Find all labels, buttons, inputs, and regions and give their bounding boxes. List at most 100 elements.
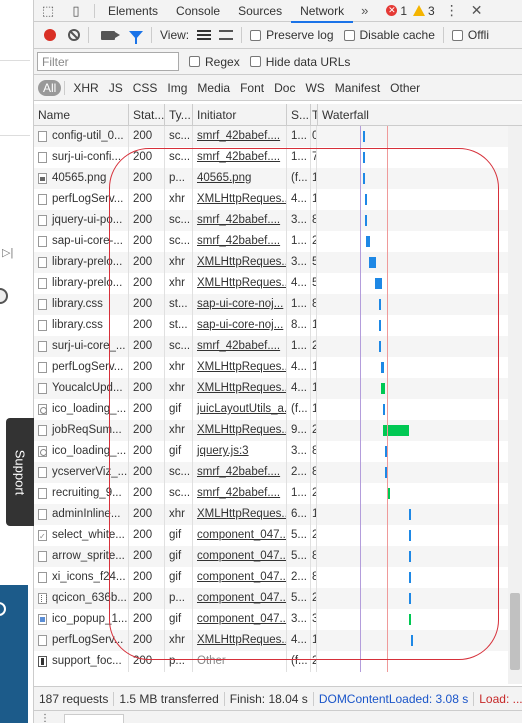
initiator-cell[interactable]: smrf_42babef.... — [193, 336, 287, 357]
request-name-cell[interactable]: perfLogServ... — [34, 357, 129, 378]
column-header-waterfall[interactable]: Waterfall — [318, 104, 498, 126]
type-filter-xhr[interactable]: XHR — [68, 81, 103, 95]
initiator-cell[interactable]: smrf_42babef.... — [193, 231, 287, 252]
table-row[interactable]: sap-ui-core-... 200 sc... smrf_42babef..… — [34, 231, 522, 252]
type-filter-media[interactable]: Media — [192, 81, 235, 95]
initiator-cell[interactable]: component_047... — [193, 609, 287, 630]
table-row[interactable]: 40565.png 200 p... 40565.png (f... 1 — [34, 168, 522, 189]
request-name-cell[interactable]: ycserverViz_... — [34, 462, 129, 483]
request-name-cell[interactable]: YoucalcUpd... — [34, 378, 129, 399]
type-filter-other[interactable]: Other — [385, 81, 425, 95]
initiator-cell[interactable]: XMLHttpReques... — [193, 420, 287, 441]
type-filter-css[interactable]: CSS — [128, 81, 163, 95]
issues-counter[interactable]: ✕ 1 3 — [386, 4, 435, 18]
initiator-cell[interactable]: XMLHttpReques... — [193, 357, 287, 378]
collapse-handle-icon[interactable]: ▷| — [2, 246, 13, 259]
filter-icon[interactable] — [129, 31, 143, 44]
table-row[interactable]: library.css 200 st... sap-ui-core-noj...… — [34, 294, 522, 315]
request-name-cell[interactable]: library.css — [34, 315, 129, 336]
filter-input[interactable] — [37, 52, 179, 71]
overview-icon[interactable] — [219, 30, 234, 40]
initiator-cell[interactable]: XMLHttpReques... — [193, 630, 287, 651]
record-button[interactable] — [44, 29, 56, 41]
request-name-cell[interactable]: arrow_sprite... — [34, 546, 129, 567]
tab-elements[interactable]: Elements — [99, 0, 167, 22]
column-header-status[interactable]: Stat... — [129, 104, 165, 126]
initiator-cell[interactable]: sap-ui-core-noj... — [193, 294, 287, 315]
type-filter-manifest[interactable]: Manifest — [330, 81, 385, 95]
close-icon[interactable]: ✕ — [471, 2, 483, 19]
request-name-cell[interactable]: config-util_0... — [34, 126, 129, 147]
checkbox-box[interactable] — [249, 56, 261, 67]
initiator-cell[interactable]: XMLHttpReques... — [193, 189, 287, 210]
table-row[interactable]: perfLogServ... 200 xhr XMLHttpReques... … — [34, 189, 522, 210]
request-name-cell[interactable]: jquery-ui-po... — [34, 210, 129, 231]
table-row[interactable]: ico_popup_1... 200 gif component_047... … — [34, 609, 522, 630]
request-name-cell[interactable]: perfLogServ... — [34, 630, 129, 651]
column-header-name[interactable]: Name — [34, 104, 129, 126]
initiator-cell[interactable]: smrf_42babef.... — [193, 483, 287, 504]
request-name-cell[interactable]: jobReqSum... — [34, 420, 129, 441]
table-row[interactable]: select_white... 200 gif component_047...… — [34, 525, 522, 546]
checkbox-box[interactable] — [451, 29, 463, 41]
table-row[interactable]: adminInline... 200 xhr XMLHttpReques... … — [34, 504, 522, 525]
initiator-cell[interactable]: smrf_42babef.... — [193, 147, 287, 168]
table-row[interactable]: qcicon_636b... 200 p... component_047...… — [34, 588, 522, 609]
regex-checkbox[interactable]: Regex — [189, 55, 240, 69]
more-tabs-button[interactable]: » — [353, 3, 376, 18]
column-header-type[interactable]: Ty... — [165, 104, 193, 126]
initiator-cell[interactable]: component_047... — [193, 546, 287, 567]
request-name-cell[interactable]: xi_icons_f24... — [34, 567, 129, 588]
initiator-cell[interactable]: XMLHttpReques... — [193, 504, 287, 525]
initiator-cell[interactable]: 40565.png — [193, 168, 287, 189]
request-name-cell[interactable]: surj-ui-confi... — [34, 147, 129, 168]
type-filter-ws[interactable]: WS — [300, 81, 329, 95]
large-rows-icon[interactable] — [197, 30, 212, 40]
table-row[interactable]: ycserverViz_... 200 sc... smrf_42babef..… — [34, 462, 522, 483]
request-name-cell[interactable]: sap-ui-core-... — [34, 231, 129, 252]
help-circle-icon[interactable] — [0, 288, 8, 304]
initiator-cell[interactable]: smrf_42babef.... — [193, 462, 287, 483]
capture-screenshots-icon[interactable] — [101, 30, 120, 40]
preserve-log-checkbox[interactable]: Preserve log — [250, 28, 334, 42]
table-row[interactable]: YoucalcUpd... 200 xhr XMLHttpReques... 4… — [34, 378, 522, 399]
request-name-cell[interactable]: 40565.png — [34, 168, 129, 189]
initiator-cell[interactable]: XMLHttpReques... — [193, 273, 287, 294]
checkbox-box[interactable] — [343, 29, 355, 41]
table-row[interactable]: jquery-ui-po... 200 sc... smrf_42babef..… — [34, 210, 522, 231]
initiator-cell[interactable]: smrf_42babef.... — [193, 210, 287, 231]
table-row[interactable]: perfLogServ... 200 xhr XMLHttpReques... … — [34, 357, 522, 378]
table-row[interactable]: xi_icons_f24... 200 gif component_047...… — [34, 567, 522, 588]
request-name-cell[interactable]: library.css — [34, 294, 129, 315]
initiator-cell[interactable]: juicLayoutUtils_a... — [193, 399, 287, 420]
request-name-cell[interactable]: library-prelo... — [34, 252, 129, 273]
drawer-menu-icon[interactable]: ⋮ — [40, 713, 50, 723]
request-name-cell[interactable]: adminInline... — [34, 504, 129, 525]
request-name-cell[interactable]: ico_popup_1... — [34, 609, 129, 630]
tab-network[interactable]: Network — [291, 0, 354, 23]
inspect-element-icon[interactable]: ⬚ — [34, 0, 62, 22]
initiator-cell[interactable]: smrf_42babef.... — [193, 126, 287, 147]
tab-sources[interactable]: Sources — [229, 0, 291, 22]
table-row[interactable]: jobReqSum... 200 xhr XMLHttpReques... 9.… — [34, 420, 522, 441]
table-row[interactable]: perfLogServ... 200 xhr XMLHttpReques... … — [34, 630, 522, 651]
column-header-size[interactable]: S... — [287, 104, 311, 126]
hide-data-urls-checkbox[interactable]: Hide data URLs — [249, 55, 350, 69]
initiator-cell[interactable]: XMLHttpReques... — [193, 378, 287, 399]
request-name-cell[interactable]: qcicon_636b... — [34, 588, 129, 609]
initiator-cell[interactable]: component_047... — [193, 525, 287, 546]
type-filter-img[interactable]: Img — [162, 81, 192, 95]
table-row[interactable]: library-prelo... 200 xhr XMLHttpReques..… — [34, 273, 522, 294]
table-row[interactable]: surj-ui-confi... 200 sc... smrf_42babef.… — [34, 147, 522, 168]
column-header-initiator[interactable]: Initiator — [193, 104, 287, 126]
request-name-cell[interactable]: library-prelo... — [34, 273, 129, 294]
table-row[interactable]: support_foc... 200 p... Other (f... 2 — [34, 651, 522, 672]
request-name-cell[interactable]: support_foc... — [34, 651, 129, 672]
initiator-cell[interactable]: jquery.js:3 — [193, 441, 287, 462]
device-toolbar-icon[interactable]: ▯ — [62, 0, 90, 22]
initiator-cell[interactable]: component_047... — [193, 588, 287, 609]
table-row[interactable]: arrow_sprite... 200 gif component_047...… — [34, 546, 522, 567]
request-name-cell[interactable]: perfLogServ... — [34, 189, 129, 210]
initiator-cell[interactable]: XMLHttpReques... — [193, 252, 287, 273]
request-name-cell[interactable]: ico_loading_... — [34, 441, 129, 462]
